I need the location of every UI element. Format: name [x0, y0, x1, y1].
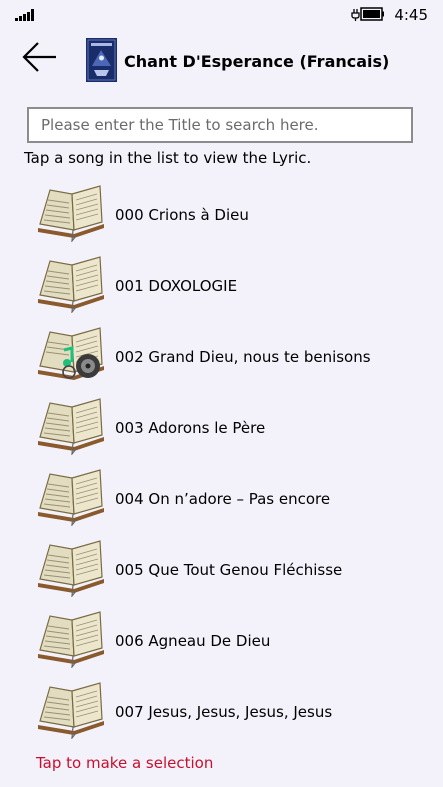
- book-icon: [38, 256, 104, 313]
- song-title: 004 On n’adore – Pas encore: [115, 490, 331, 508]
- song-title: 006 Agneau De Dieu: [115, 632, 271, 650]
- book-icon: [38, 185, 104, 242]
- list-item[interactable]: 004 On n’adore – Pas encore: [0, 464, 443, 534]
- list-item[interactable]: 005 Que Tout Genou Fléchisse: [0, 535, 443, 605]
- back-button[interactable]: [22, 40, 58, 74]
- song-title: 005 Que Tout Genou Fléchisse: [115, 561, 343, 579]
- list-item[interactable]: 007 Jesus, Jesus, Jesus, Jesus: [0, 677, 443, 747]
- arrow-left-icon: [22, 42, 56, 72]
- app-logo: [86, 38, 117, 82]
- selection-hint: Tap to make a selection: [36, 754, 214, 772]
- book-icon: [38, 540, 104, 597]
- song-title: 001 DOXOLOGIE: [115, 277, 238, 295]
- book-icon: [38, 682, 104, 739]
- page-title: Chant D'Esperance (Francais): [124, 52, 390, 71]
- song-title: 007 Jesus, Jesus, Jesus, Jesus: [115, 703, 333, 721]
- list-item[interactable]: 003 Adorons le Père: [0, 393, 443, 463]
- book-icon: [38, 611, 104, 668]
- search-input[interactable]: [27, 107, 413, 143]
- book-icon: [38, 469, 104, 526]
- signal-icon: [15, 9, 37, 21]
- battery-charging-icon: [351, 7, 384, 21]
- list-item[interactable]: 000 Crions à Dieu: [0, 180, 443, 250]
- song-title: 002 Grand Dieu, nous te benisons: [115, 348, 371, 366]
- list-item[interactable]: 001 DOXOLOGIE: [0, 251, 443, 321]
- instruction-text: Tap a song in the list to view the Lyric…: [24, 149, 312, 167]
- status-bar: 4:45: [0, 0, 443, 30]
- song-title: 000 Crions à Dieu: [115, 206, 249, 224]
- song-title: 003 Adorons le Père: [115, 419, 266, 437]
- list-item[interactable]: 006 Agneau De Dieu: [0, 606, 443, 676]
- book-audio-icon: [38, 327, 104, 380]
- book-icon: [38, 398, 104, 455]
- list-item[interactable]: 002 Grand Dieu, nous te benisons: [0, 322, 443, 392]
- status-time: 4:45: [394, 6, 428, 24]
